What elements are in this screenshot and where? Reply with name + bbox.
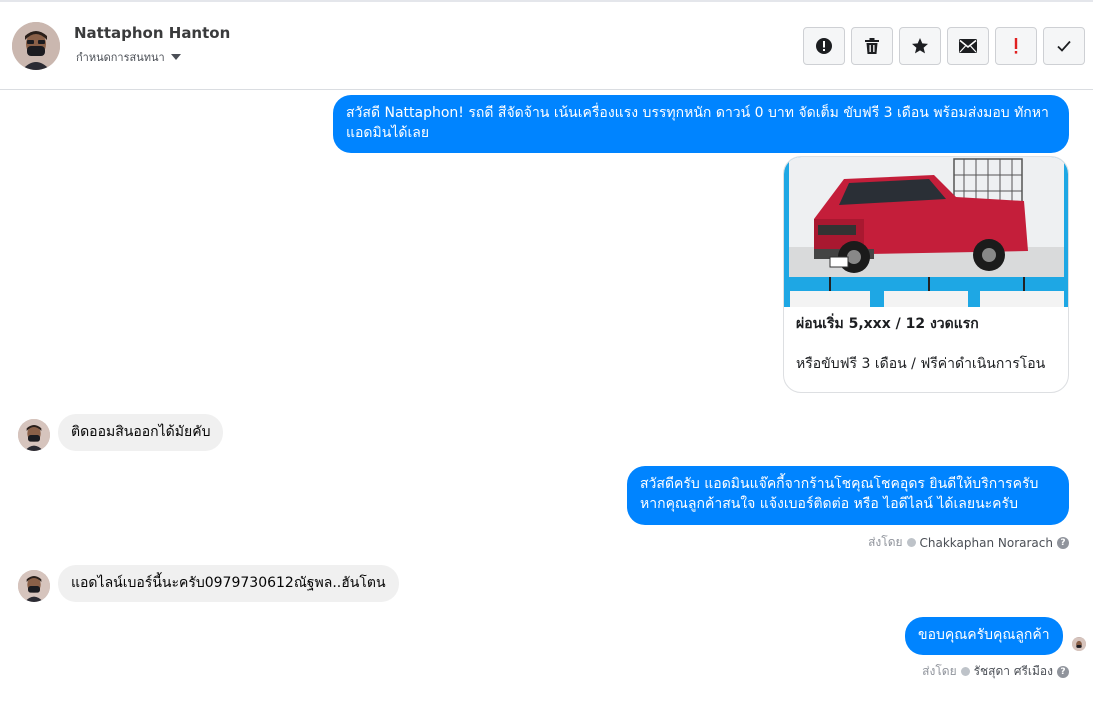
sent-by-label: ส่งโดย [922, 664, 957, 678]
contact-name[interactable]: Nattaphon Hanton [74, 24, 230, 42]
sent-by-info: ส่งโดย Chakkaphan Norarach ? [868, 533, 1069, 552]
contact-avatar-small [18, 419, 50, 451]
sent-by-name: Chakkaphan Norarach [919, 535, 1053, 550]
check-icon [1057, 40, 1071, 52]
sent-by-name: รัชสุดา ศรีเมือง [973, 664, 1053, 678]
envelope-icon [959, 39, 977, 53]
sent-by-label: ส่งโดย [868, 535, 903, 549]
contact-avatar[interactable] [12, 22, 60, 70]
message-text-line: หากคุณลูกค้าสนใจ แจ้งเบอร์ติดต่อ หรือ ไอ… [640, 496, 1018, 512]
agent-avatar-icon [906, 538, 916, 547]
incoming-message: แอดไลน์เบอร์นี้นะครับ0979730612ณัฐพล..ฮั… [58, 565, 399, 602]
message-text: สวัสดี Nattaphon! รถดี สีจัดจ้าน เน้นเคร… [346, 105, 1049, 141]
mark-unread-button[interactable] [947, 27, 989, 65]
caret-down-icon [170, 54, 181, 60]
help-icon[interactable]: ? [1057, 536, 1069, 549]
delete-button[interactable] [851, 27, 893, 65]
outgoing-message: สวัสดี Nattaphon! รถดี สีจัดจ้าน เน้นเคร… [333, 95, 1069, 153]
sent-by-info: ส่งโดย รัชสุดา ศรีเมือง ? [922, 662, 1069, 681]
message-text: แอดไลน์เบอร์นี้นะครับ0979730612ณัฐพล..ฮั… [71, 575, 386, 591]
trash-icon [865, 38, 879, 54]
outgoing-message: สวัสดีครับ แอดมินแจ๊คกี้จากร้านโชคุณโชคอ… [627, 466, 1069, 525]
mark-spam-button[interactable] [803, 27, 845, 65]
assign-conversation-dropdown[interactable]: กำหนดการสนทนา [76, 48, 181, 66]
car-image [784, 157, 1068, 307]
conversation-header: Nattaphon Hanton กำหนดการสนทนา [0, 2, 1093, 90]
promo-card[interactable]: ผ่อนเริ่ม 5,xxx / 12 งวดแรก หรือขับฟรี 3… [783, 156, 1069, 393]
message-text: ติดออมสินออกได้มัยคับ [71, 424, 211, 440]
mark-done-button[interactable] [1043, 27, 1085, 65]
card-description: หรือขับฟรี 3 เดือน / ฟรีค่าดำเนินการโอน [796, 356, 1046, 372]
star-icon [912, 38, 928, 54]
seen-indicator-avatar [1072, 637, 1086, 651]
help-icon[interactable]: ? [1057, 665, 1069, 678]
star-button[interactable] [899, 27, 941, 65]
mark-important-button[interactable] [995, 27, 1037, 65]
agent-avatar-icon [960, 667, 970, 676]
message-text-line: สวัสดีครับ แอดมินแจ๊คกี้จากร้านโชคุณโชคอ… [640, 476, 1039, 492]
important-icon [1014, 38, 1018, 54]
card-title: ผ่อนเริ่ม 5,xxx / 12 งวดแรก [796, 316, 979, 332]
incoming-message: ติดออมสินออกได้มัยคับ [58, 414, 224, 451]
message-text: ขอบคุณครับคุณลูกค้า [918, 627, 1050, 643]
assign-conversation-label: กำหนดการสนทนา [76, 51, 165, 64]
contact-avatar-small [18, 570, 50, 602]
outgoing-message: ขอบคุณครับคุณลูกค้า [905, 617, 1063, 655]
alert-circle-icon [816, 38, 832, 54]
